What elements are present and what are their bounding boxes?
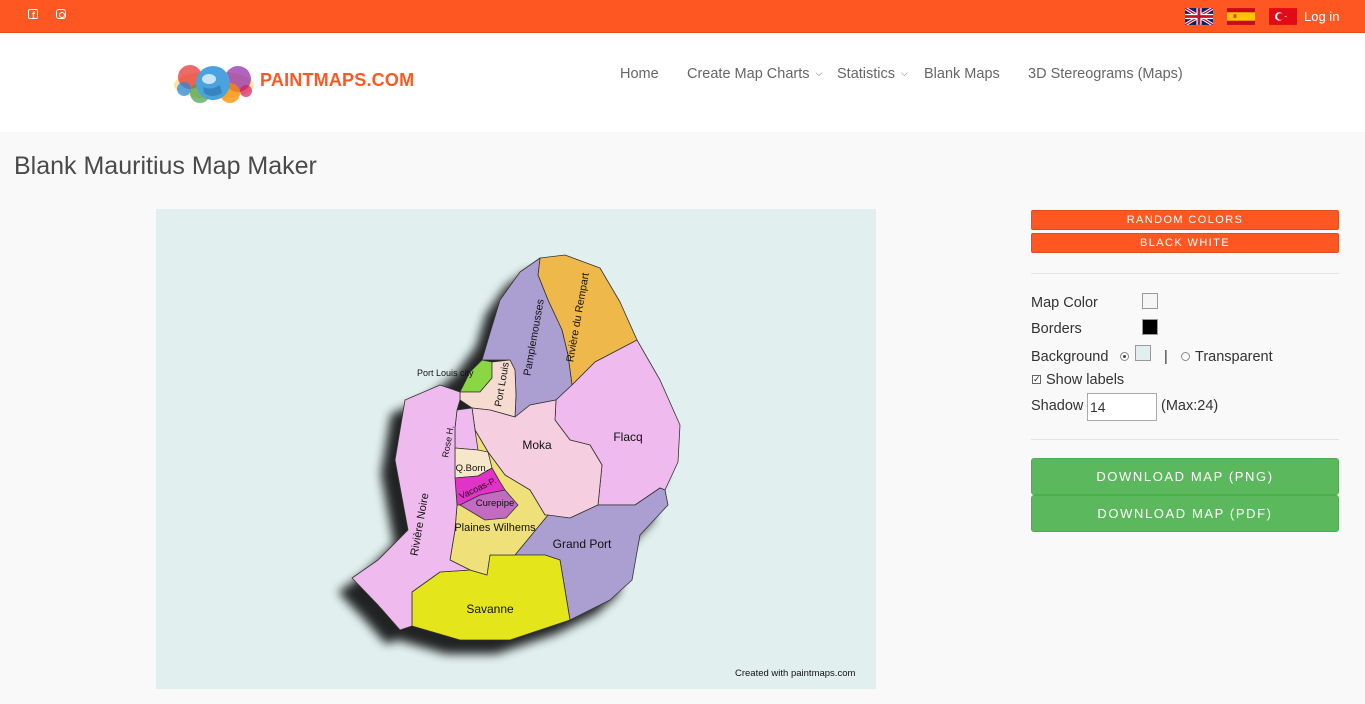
header: PAINTMAPS.COM Home Create Map Charts ⌵ St… (0, 33, 1365, 132)
borders-color-swatch[interactable] (1142, 319, 1158, 335)
label-q-born: Q.Born. (456, 463, 489, 474)
paintmaps-logo-icon[interactable] (170, 55, 260, 107)
black-white-button[interactable]: BLACK WHITE (1031, 233, 1339, 253)
borders-label: Borders (1031, 321, 1082, 337)
shadow-input[interactable] (1087, 393, 1157, 421)
chevron-down-icon: ⌵ (901, 68, 908, 78)
label-curepipe: Curepipe (476, 498, 515, 509)
background-separator: | (1164, 349, 1168, 365)
shadow-label: Shadow (1031, 398, 1084, 414)
instagram-icon[interactable] (54, 9, 68, 23)
uk-flag-icon[interactable] (1185, 8, 1213, 25)
transparent-radio[interactable] (1181, 352, 1190, 361)
show-labels-label: Show labels (1046, 372, 1125, 388)
background-color-swatch[interactable] (1135, 345, 1151, 361)
divider (1031, 273, 1339, 274)
nav-home[interactable]: Home (620, 66, 659, 82)
shadow-max-label: (Max:24) (1161, 398, 1219, 414)
login-link[interactable]: Log in (1304, 9, 1339, 24)
label-port-louis-city: Port Louis city (417, 368, 474, 378)
turkey-flag-icon[interactable] (1269, 8, 1297, 25)
mauritius-map[interactable]: Port Louis city Rivière du Rempart Pampl… (156, 209, 876, 689)
nav-3d-stereograms[interactable]: 3D Stereograms (Maps) (1028, 66, 1183, 82)
background-color-radio[interactable] (1120, 352, 1129, 361)
divider (1031, 439, 1339, 440)
map-color-swatch[interactable] (1142, 293, 1158, 309)
transparent-label: Transparent (1195, 349, 1273, 365)
top-bar: f Log in (0, 0, 1365, 33)
nav-statistics[interactable]: Statistics ⌵ (837, 66, 908, 82)
random-colors-button[interactable]: RANDOM COLORS (1031, 210, 1339, 230)
brand-name[interactable]: PAINTMAPS.COM (260, 70, 414, 91)
download-pdf-button[interactable]: DOWNLOAD MAP (PDF) (1031, 495, 1339, 532)
map-color-label: Map Color (1031, 295, 1098, 311)
nav-statistics-label: Statistics (837, 66, 896, 82)
label-grand-port: Grand Port (553, 537, 612, 551)
label-moka: Moka (522, 438, 552, 452)
nav-blank-maps[interactable]: Blank Maps (924, 66, 1000, 82)
download-png-button[interactable]: DOWNLOAD MAP (PNG) (1031, 458, 1339, 495)
chevron-down-icon: ⌵ (815, 68, 823, 78)
map-credit: Created with paintmaps.com (735, 668, 856, 679)
facebook-icon[interactable]: f (26, 9, 40, 23)
background-label: Background (1031, 349, 1109, 365)
label-flacq: Flacq (613, 430, 642, 444)
nav-create-map-charts-label: Create Map Charts (687, 66, 810, 82)
page-title: Blank Mauritius Map Maker (14, 152, 317, 180)
spain-flag-icon[interactable] (1227, 8, 1255, 25)
label-savanne: Savanne (466, 602, 514, 616)
map-canvas[interactable]: Port Louis city Rivière du Rempart Pampl… (156, 209, 876, 689)
label-plaines-wilhems: Plaines Wilhems (454, 522, 536, 534)
nav-create-map-charts[interactable]: Create Map Charts ⌵ (687, 66, 822, 82)
show-labels-checkbox[interactable]: ✓ (1032, 375, 1041, 384)
